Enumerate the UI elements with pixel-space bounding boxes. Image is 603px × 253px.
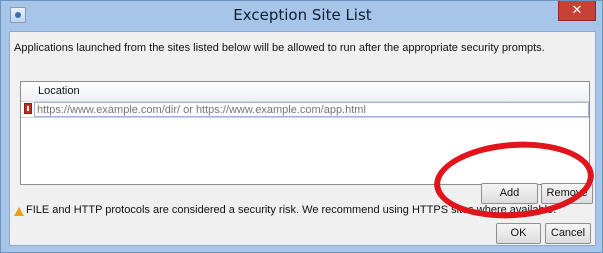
cancel-button[interactable]: Cancel bbox=[545, 223, 591, 244]
description-text: Applications launched from the sites lis… bbox=[14, 42, 545, 54]
ok-button[interactable]: OK bbox=[496, 223, 541, 244]
close-button[interactable]: ✕ bbox=[558, 1, 596, 21]
warning-icon bbox=[14, 207, 24, 216]
location-column-label: Location bbox=[38, 85, 80, 97]
location-column-header[interactable]: Location bbox=[21, 82, 589, 102]
title-bar[interactable]: Exception Site List ✕ bbox=[1, 1, 603, 31]
location-input[interactable] bbox=[34, 102, 589, 117]
table-row[interactable] bbox=[21, 102, 589, 118]
exception-site-list-dialog: Exception Site List ✕ Applications launc… bbox=[0, 0, 603, 253]
error-marker-icon bbox=[24, 103, 32, 114]
dialog-title: Exception Site List bbox=[233, 6, 372, 24]
